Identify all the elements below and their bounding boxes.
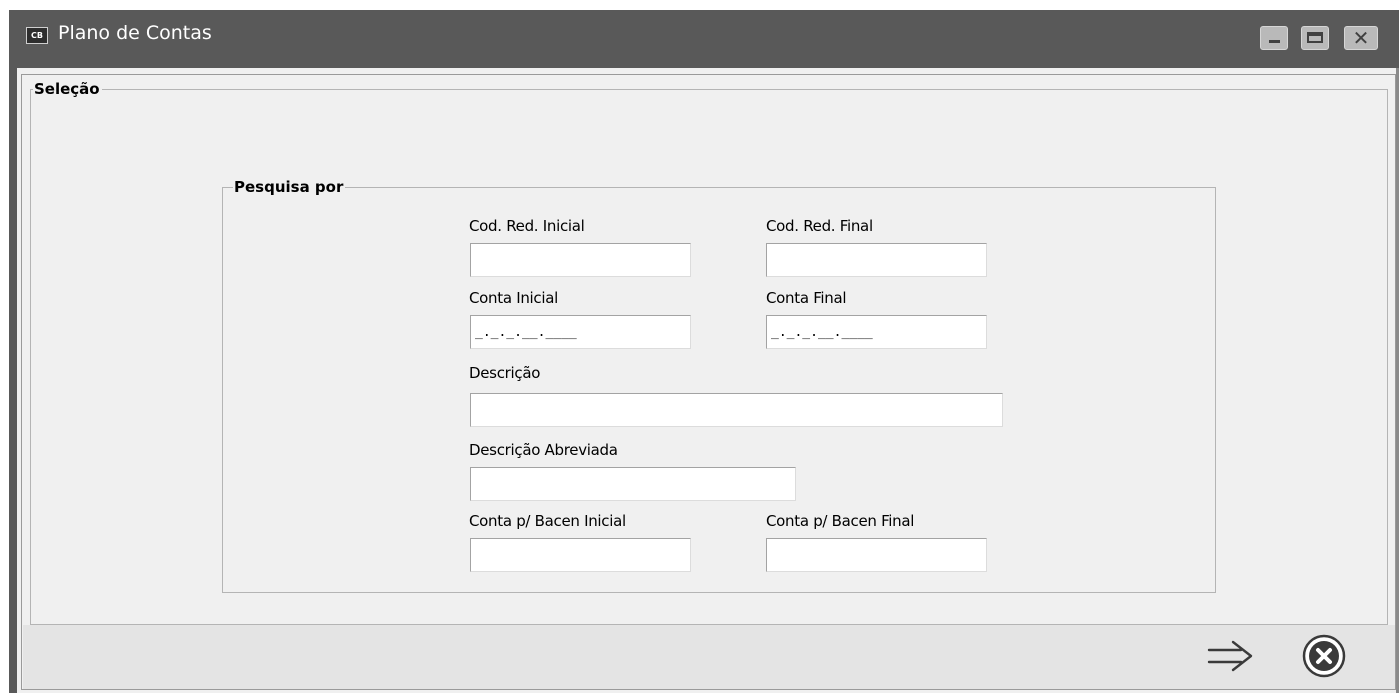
selecao-groupbox: Seleção Pesquisa por Cod. Red. Inicial C… <box>30 80 1388 625</box>
conta-bacen-inicial-field[interactable] <box>470 538 691 572</box>
close-icon: ✕ <box>1352 26 1370 50</box>
maximize-icon <box>1307 32 1323 43</box>
pesquisa-groupbox: Pesquisa por Cod. Red. Inicial Cod. Red.… <box>222 178 1216 593</box>
conta-bacen-final-field[interactable] <box>766 538 987 572</box>
conta-bacen-inicial-label: Conta p/ Bacen Inicial <box>469 512 626 530</box>
descricao-field[interactable] <box>470 393 1003 427</box>
selecao-legend: Seleção <box>33 80 102 98</box>
maximize-button[interactable] <box>1301 26 1329 50</box>
conta-inicial-field[interactable] <box>470 315 691 349</box>
conta-inicial-label: Conta Inicial <box>469 289 558 307</box>
cancel-circle-icon <box>1302 634 1346 678</box>
conta-bacen-final-label: Conta p/ Bacen Final <box>766 512 915 530</box>
minimize-icon <box>1269 40 1280 43</box>
conta-final-label: Conta Final <box>766 289 847 307</box>
arrow-right-icon <box>1207 640 1253 672</box>
pesquisa-legend: Pesquisa por <box>233 178 346 196</box>
window-title: Plano de Contas <box>58 22 212 44</box>
plano-de-contas-window: CB Plano de Contas ✕ Seleção Pesquisa po… <box>9 10 1399 693</box>
form-panel: Seleção Pesquisa por Cod. Red. Inicial C… <box>21 74 1396 690</box>
descricao-abreviada-field[interactable] <box>470 467 796 501</box>
cod-red-final-label: Cod. Red. Final <box>766 217 873 235</box>
descricao-label: Descrição <box>469 364 541 382</box>
window-border <box>9 68 17 693</box>
descricao-abreviada-label: Descrição Abreviada <box>469 441 618 459</box>
close-button[interactable]: ✕ <box>1344 26 1378 50</box>
cod-red-inicial-field[interactable] <box>470 243 691 277</box>
title-bar[interactable]: CB Plano de Contas ✕ <box>9 10 1399 68</box>
minimize-button[interactable] <box>1260 26 1288 50</box>
cod-red-inicial-label: Cod. Red. Inicial <box>469 217 585 235</box>
footer-bar <box>23 625 1395 689</box>
app-icon: CB <box>26 27 48 44</box>
cod-red-final-field[interactable] <box>766 243 987 277</box>
conta-final-field[interactable] <box>766 315 987 349</box>
cancel-button[interactable] <box>1297 631 1351 681</box>
next-button[interactable] <box>1203 633 1259 679</box>
